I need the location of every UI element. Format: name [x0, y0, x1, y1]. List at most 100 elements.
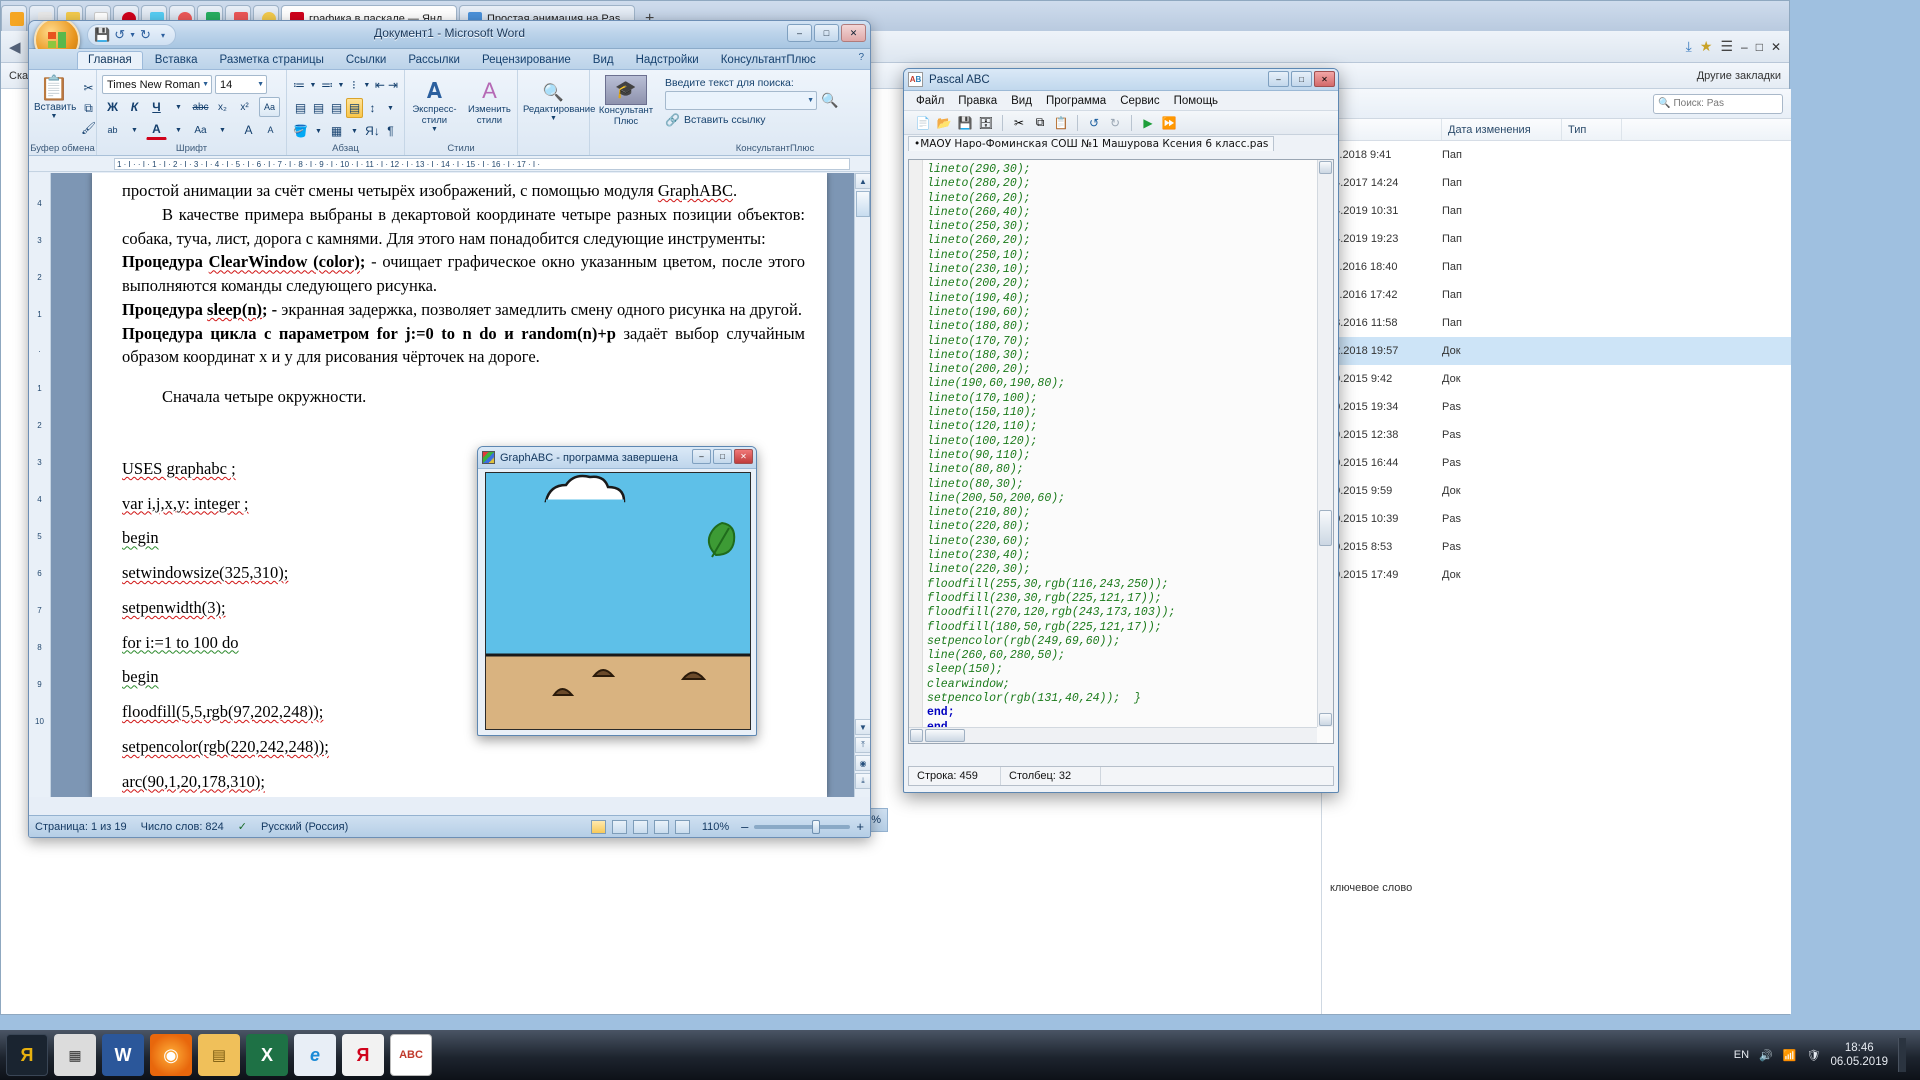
chevron-down-icon[interactable]: ▼ — [335, 75, 347, 95]
tab-vid[interactable]: Вид — [583, 52, 624, 69]
open-folder-icon[interactable]: 📂 — [935, 114, 953, 132]
table-row[interactable]: 10.2015 16:44 Pas — [1322, 449, 1791, 477]
tab-glavnaya[interactable]: Главная — [77, 51, 143, 69]
tray-language-indicator[interactable]: EN — [1734, 1049, 1749, 1061]
spellcheck-icon[interactable]: ✓ — [238, 820, 247, 833]
select-browse-object-button[interactable]: ◉ — [855, 755, 870, 771]
pascal-maximize-button[interactable]: □ — [1291, 71, 1312, 87]
browser-maximize-icon[interactable]: □ — [1756, 40, 1763, 54]
shading-icon[interactable]: 🪣 — [292, 121, 309, 141]
zoom-slider[interactable] — [754, 819, 851, 834]
table-row[interactable]: 09.2015 17:49 Док — [1322, 561, 1791, 589]
next-page-button[interactable]: ⤓ — [855, 773, 870, 789]
chevron-down-icon[interactable]: ▼ — [202, 81, 209, 88]
scroll-thumb[interactable] — [925, 729, 965, 742]
copy-icon[interactable]: ⧉ — [78, 98, 99, 118]
cut-icon[interactable]: ✂ — [78, 78, 99, 98]
bold-button[interactable]: Ж — [102, 97, 123, 117]
change-styles-label[interactable]: Изменить стили — [467, 104, 512, 126]
menu-item-help[interactable]: Помощь — [1174, 95, 1218, 107]
taskbar-internet-explorer-icon[interactable]: e — [294, 1034, 336, 1076]
table-row[interactable]: 04.2019 19:23 Пап — [1322, 225, 1791, 253]
show-marks-icon[interactable]: ¶ — [382, 121, 399, 141]
scroll-thumb[interactable] — [1319, 510, 1332, 546]
table-row[interactable]: 10.2015 8:53 Pas — [1322, 533, 1791, 561]
zoom-slider-handle[interactable] — [812, 819, 821, 834]
previous-page-button[interactable]: ⤒ — [855, 737, 870, 753]
underline-button[interactable]: Ч — [146, 97, 167, 117]
table-row[interactable]: 04.2017 14:24 Пап — [1322, 169, 1791, 197]
search-input[interactable]: 🔍 Поиск: Pas — [1653, 93, 1783, 114]
browser-close-icon[interactable]: ✕ — [1771, 40, 1781, 54]
grow-font-button[interactable]: A — [238, 120, 259, 140]
document-vertical-scrollbar[interactable]: ▲ ▼ ⤒ ◉ ⤓ — [854, 173, 870, 797]
shrink-font-button[interactable]: A — [260, 120, 281, 140]
chevron-down-icon[interactable]: ▼ — [257, 81, 264, 88]
editor-horizontal-scrollbar[interactable] — [909, 727, 1317, 743]
new-file-icon[interactable]: 📄 — [914, 114, 932, 132]
tab-recenzirovanie[interactable]: Рецензирование — [472, 52, 581, 69]
taskbar-firefox-icon[interactable]: ◉ — [150, 1034, 192, 1076]
insert-link-label[interactable]: Вставить ссылку — [684, 114, 766, 126]
zoom-level[interactable]: 110% — [702, 821, 729, 833]
multilevel-list-icon[interactable]: ⁝ — [348, 75, 360, 95]
menu-icon[interactable]: ☰ — [1720, 38, 1733, 55]
table-row[interactable]: 12.2018 19:57 Док — [1322, 337, 1791, 365]
menu-item-view[interactable]: Вид — [1011, 95, 1032, 107]
tab-ssylki[interactable]: Ссылки — [336, 52, 397, 69]
clear-formatting-button[interactable]: Aa — [259, 97, 280, 117]
chevron-down-icon[interactable]: ▼ — [310, 121, 327, 141]
horizontal-ruler[interactable]: 1 · I · · I · 1 · I · 2 · I · 3 · I · 4 … — [29, 156, 870, 172]
table-row[interactable]: 03.2016 11:58 Пап — [1322, 309, 1791, 337]
show-desktop-button[interactable] — [1898, 1038, 1906, 1072]
view-full-screen-button[interactable] — [611, 819, 627, 834]
cut-icon[interactable]: ✂ — [1010, 114, 1028, 132]
line-spacing-icon[interactable]: ↕ — [364, 98, 381, 118]
taskbar-yandex-browser-icon[interactable]: Я — [342, 1034, 384, 1076]
word-title-bar[interactable]: 💾 ↺ ▼ ↻ ▾ Документ1 - Microsoft Word – □… — [29, 21, 870, 63]
step-icon[interactable]: ⏩ — [1160, 114, 1178, 132]
bullet-list-icon[interactable]: ≔ — [292, 75, 306, 95]
status-page[interactable]: Страница: 1 из 19 — [35, 821, 127, 833]
save-all-icon[interactable]: 🗄 — [977, 114, 995, 132]
highlight-color-icon[interactable]: ab — [102, 120, 123, 140]
view-draft-button[interactable] — [674, 819, 690, 834]
find-binoculars-icon[interactable]: 🔍 — [523, 82, 584, 104]
quick-styles-label[interactable]: Экспресс-стили — [410, 104, 459, 126]
pascal-close-button[interactable]: ✕ — [1314, 71, 1335, 87]
chevron-down-icon[interactable]: ▼ — [307, 75, 319, 95]
taskbar-clock[interactable]: 18:46 06.05.2019 — [1830, 1041, 1888, 1070]
change-styles-icon[interactable]: A — [467, 78, 512, 104]
scroll-thumb[interactable] — [856, 191, 870, 217]
run-icon[interactable]: ▶ — [1139, 114, 1157, 132]
column-date[interactable]: Дата изменения — [1442, 119, 1562, 140]
graphabc-drawing-canvas[interactable] — [485, 472, 751, 730]
align-right-icon[interactable]: ▤ — [328, 98, 345, 118]
status-words[interactable]: Число слов: 824 — [141, 821, 224, 833]
graphabc-close-button[interactable]: ✕ — [734, 449, 753, 464]
save-icon[interactable]: 💾 — [956, 114, 974, 132]
taskbar-yandex-icon[interactable]: Я — [6, 1034, 48, 1076]
view-outline-button[interactable] — [653, 819, 669, 834]
chevron-down-icon[interactable]: ▼ — [382, 98, 399, 118]
borders-icon[interactable]: ▦ — [328, 121, 345, 141]
browser-tab[interactable] — [1, 5, 27, 31]
tray-volume-icon[interactable]: 🔊 — [1759, 1049, 1773, 1062]
scroll-left-arrow[interactable] — [910, 729, 923, 742]
italic-button[interactable]: К — [124, 97, 145, 117]
tab-consultant-plus[interactable]: КонсультантПлюс — [711, 52, 826, 69]
consultant-plus-icon[interactable]: 🎓 — [605, 75, 647, 105]
sort-icon[interactable]: Я↓ — [364, 121, 381, 141]
graphabc-title-bar[interactable]: GraphABC - программа завершена – □ ✕ — [478, 447, 756, 469]
table-row[interactable]: 09.2015 12:38 Pas — [1322, 421, 1791, 449]
increase-indent-icon[interactable]: ⇥ — [387, 75, 399, 95]
chevron-down-icon[interactable]: ▼ — [361, 75, 373, 95]
tray-network-icon[interactable]: 📶 — [1783, 1049, 1797, 1062]
bookmark-star-icon[interactable]: ★ — [1700, 38, 1713, 55]
paste-icon[interactable]: 📋 — [34, 76, 74, 102]
consultant-search-input[interactable]: ▼ — [665, 91, 817, 110]
change-case-button[interactable]: Aa — [190, 120, 211, 140]
scroll-down-arrow[interactable] — [1319, 713, 1332, 726]
redo-icon[interactable]: ↻ — [1106, 114, 1124, 132]
paste-label[interactable]: Вставить — [34, 102, 76, 113]
